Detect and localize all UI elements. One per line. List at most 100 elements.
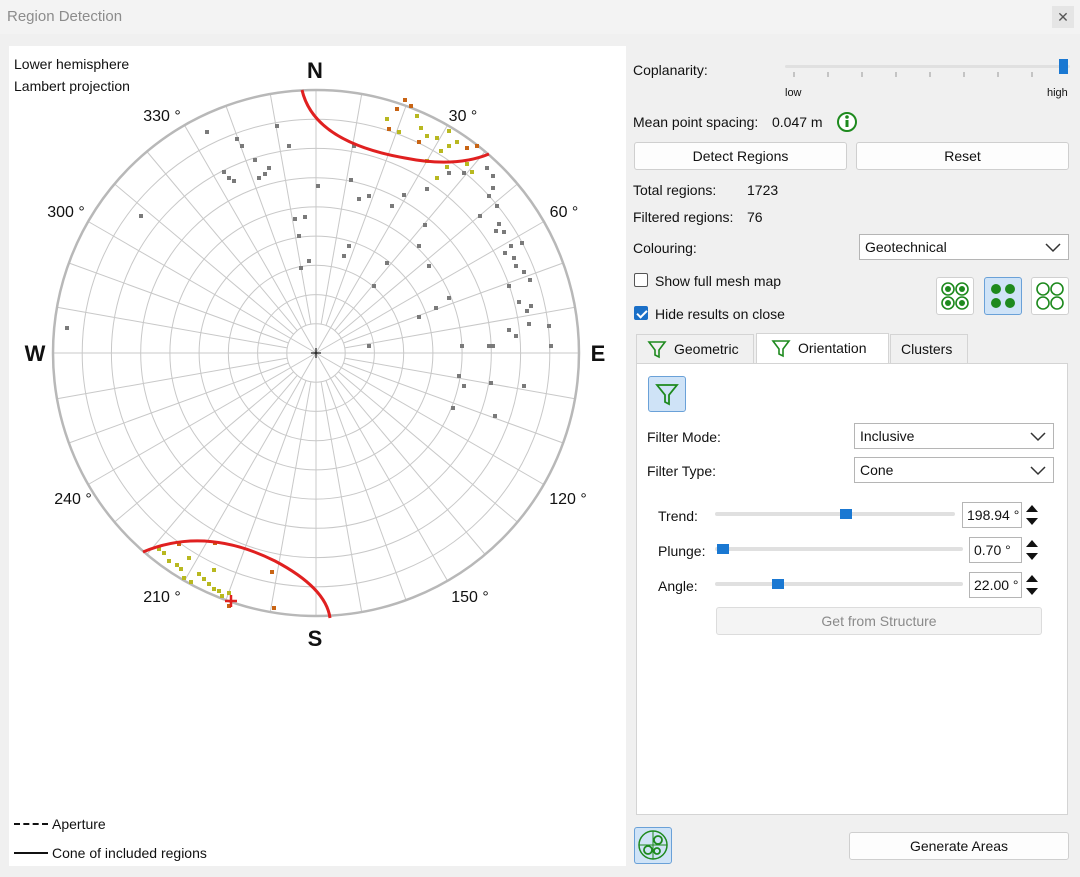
pole-point-grey: [462, 171, 466, 175]
filter-type-select[interactable]: Cone: [854, 457, 1054, 483]
angle-input[interactable]: 22.00 °: [969, 572, 1022, 598]
plunge-spin-arrows-icon[interactable]: [1024, 537, 1040, 563]
trend-slider[interactable]: [715, 512, 955, 516]
filter-icon: [655, 384, 679, 406]
grid-radial: [343, 262, 564, 344]
compass-north: N: [307, 58, 323, 83]
grid-radial: [225, 380, 307, 601]
angle-spin-arrows-icon[interactable]: [1024, 572, 1040, 598]
grid-radial: [325, 380, 407, 601]
pole-point-grey: [222, 170, 226, 174]
reset-button[interactable]: Reset: [856, 142, 1069, 170]
stereonet-cluster-icon: [638, 830, 668, 860]
pole-point-grey: [257, 176, 261, 180]
pole-point-grey: [447, 296, 451, 300]
pole-point-grey: [402, 193, 406, 197]
cone-arc-north: [300, 89, 490, 164]
show-full-mesh-label: Show full mesh map: [655, 273, 782, 289]
pole-point-grey: [349, 178, 353, 182]
pole-point-yellow: [187, 556, 191, 560]
trend-thumb[interactable]: [840, 509, 853, 519]
pole-point-grey: [267, 166, 271, 170]
pole-point-yellow: [465, 162, 469, 166]
legend-cone-label: Cone of included regions: [52, 845, 207, 861]
mean-spacing-label: Mean point spacing:: [633, 114, 759, 130]
pole-point-grey: [525, 309, 529, 313]
pole-point-grey: [253, 158, 257, 162]
pole-point-grey: [517, 300, 521, 304]
pole-point-yellow: [435, 176, 439, 180]
grid-radial: [334, 151, 486, 331]
pole-point-grey: [491, 174, 495, 178]
info-icon[interactable]: [836, 111, 858, 133]
legend-cone: Cone of included regions: [14, 845, 207, 861]
tab-clusters[interactable]: Clusters: [890, 334, 968, 364]
stereonet-settings-button[interactable]: [634, 827, 672, 864]
pole-point-orange: [409, 104, 413, 108]
colouring-label: Colouring:: [633, 240, 697, 256]
grid-radial: [146, 151, 298, 331]
hollow-dots-button[interactable]: [1031, 277, 1069, 315]
filter-icon: [647, 341, 667, 359]
pole-point-yellow: [385, 117, 389, 121]
tab-geometric-label: Geometric: [674, 341, 739, 357]
pole-point-grey: [522, 384, 526, 388]
pole-point-orange: [387, 127, 391, 131]
ringed-dots-button[interactable]: [936, 277, 974, 315]
pole-point-orange: [272, 606, 276, 610]
get-from-structure-button[interactable]: Get from Structure: [716, 607, 1042, 635]
pole-point-grey: [303, 215, 307, 219]
tab-geometric[interactable]: Geometric: [636, 334, 754, 364]
angle-slider[interactable]: [715, 582, 963, 586]
pole-point-yellow: [189, 580, 193, 584]
colouring-select[interactable]: Geotechnical: [859, 234, 1069, 260]
pole-point-grey: [487, 194, 491, 198]
plunge-input[interactable]: 0.70 °: [969, 537, 1022, 563]
angle-thumb[interactable]: [771, 579, 784, 589]
trend-spin-arrows-icon[interactable]: [1024, 502, 1040, 528]
azimuth-label: 300 °: [47, 204, 85, 221]
pole-point-grey: [493, 414, 497, 418]
generate-areas-button[interactable]: Generate Areas: [849, 832, 1069, 860]
show-full-mesh-checkbox[interactable]: [634, 273, 648, 287]
pole-point-grey: [232, 179, 236, 183]
title-bar: Region Detection ✕: [0, 0, 1080, 34]
grid-radial: [68, 262, 289, 344]
azimuth-label: 210 °: [143, 589, 181, 606]
pole-point-yellow: [202, 577, 206, 581]
colouring-value: Geotechnical: [865, 239, 947, 255]
grid-radial: [56, 357, 288, 400]
pole-point-grey: [489, 381, 493, 385]
coplanarity-label: Coplanarity:: [633, 62, 708, 78]
tab-orientation[interactable]: Orientation: [756, 333, 889, 364]
detect-regions-button[interactable]: Detect Regions: [634, 142, 847, 170]
compass-east: E: [591, 341, 606, 366]
legend-aperture-label: Aperture: [52, 816, 106, 832]
coplanarity-high-label: high: [1047, 87, 1068, 99]
plunge-thumb[interactable]: [717, 544, 730, 554]
filter-toggle-button[interactable]: [648, 376, 686, 412]
azimuth-label: 150 °: [451, 589, 489, 606]
projection-caption-1: Lower hemisphere: [14, 56, 130, 72]
plunge-slider[interactable]: [715, 547, 963, 551]
grid-radial: [344, 357, 576, 400]
pole-point-grey: [460, 344, 464, 348]
close-button[interactable]: ✕: [1052, 6, 1074, 28]
solid-dots-button[interactable]: [984, 277, 1022, 315]
mean-spacing-value: 0.047 m: [772, 114, 823, 130]
pole-point-grey: [485, 166, 489, 170]
pole-point-grey: [447, 171, 451, 175]
trend-input[interactable]: 198.94 °: [962, 502, 1022, 528]
chevron-down-icon: [1045, 243, 1061, 253]
pole-point-grey: [547, 324, 551, 328]
pole-point-grey: [503, 251, 507, 255]
pole-point-orange: [395, 107, 399, 111]
stereonet[interactable]: N S E W 30 ° 60 ° 120 ° 150 ° 210 ° 240 ° 300 ° 330…: [9, 46, 626, 866]
filter-mode-select[interactable]: Inclusive: [854, 423, 1054, 449]
grid-radial: [68, 362, 289, 444]
pole-point-grey: [385, 261, 389, 265]
coplanarity-thumb[interactable]: [1059, 59, 1068, 74]
hide-results-checkbox[interactable]: [634, 306, 648, 320]
coplanarity-slider[interactable]: [785, 65, 1070, 68]
pole-point-orange: [475, 144, 479, 148]
